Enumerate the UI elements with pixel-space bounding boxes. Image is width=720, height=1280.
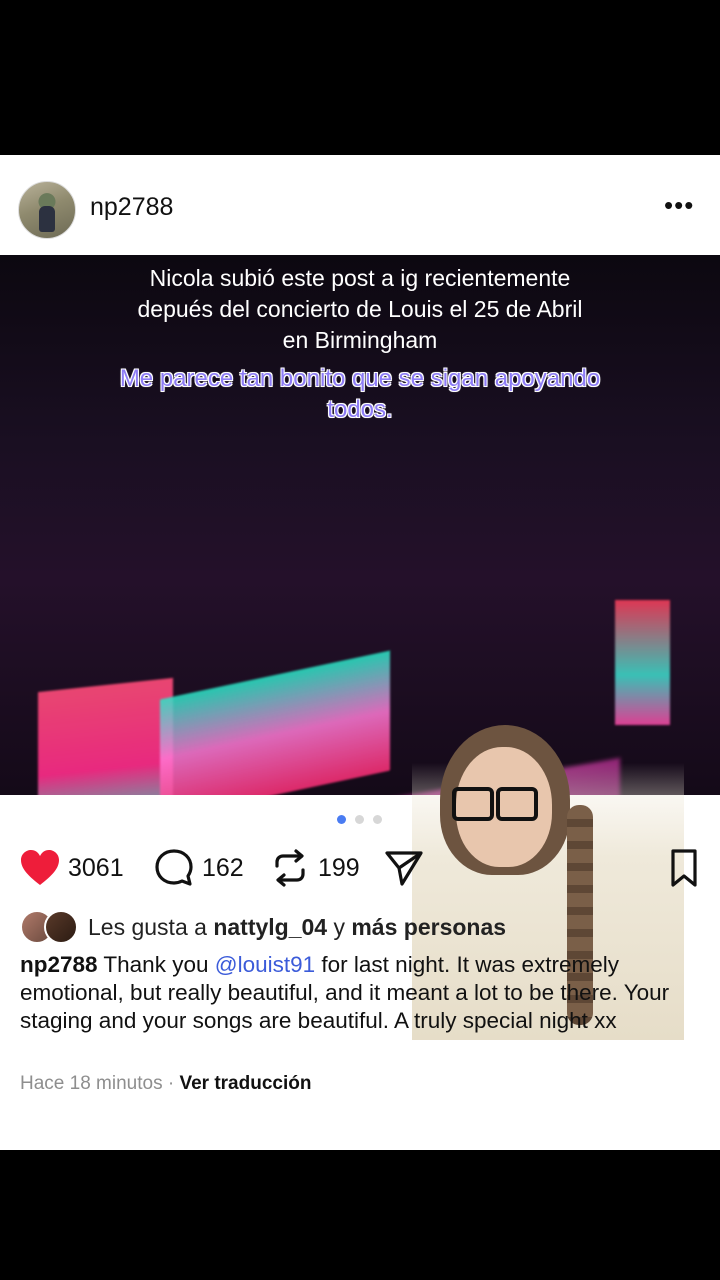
repost-icon[interactable]: [268, 846, 312, 890]
stage-screen-middle: [160, 650, 390, 795]
repost-action[interactable]: 199: [268, 843, 360, 893]
overlay-accent-line-1: Me parece tan bonito que se sigan apoyan…: [119, 365, 601, 392]
post-caption: np2788 Thank you @louist91 for last nigh…: [20, 951, 710, 1035]
profile-avatar[interactable]: [18, 181, 76, 239]
overlay-accent-line-2: todos.: [327, 396, 393, 423]
like-count: 3061: [68, 853, 124, 882]
comment-action[interactable]: 162: [152, 843, 244, 893]
post-image[interactable]: Nicola subió este post a ig recientement…: [0, 255, 720, 795]
creator-glasses-right: [496, 787, 538, 821]
creator-glasses-left: [452, 787, 494, 821]
carousel-dot-3: [373, 815, 382, 824]
bookmark-icon[interactable]: [662, 846, 706, 890]
meta-separator: ·: [167, 1073, 175, 1094]
liked-by-joiner: y: [333, 913, 345, 940]
overlay-accent-caption: Me parece tan bonito que se sigan apoyan…: [0, 363, 720, 425]
save-action[interactable]: [662, 843, 706, 893]
caption-text-pre: Thank you: [103, 952, 209, 977]
post-timestamp: Hace 18 minutos: [20, 1073, 163, 1094]
carousel-indicator: [337, 815, 397, 827]
share-action[interactable]: [382, 843, 426, 893]
liker-avatar: [44, 910, 78, 944]
overlay-line-3: en Birmingham: [282, 327, 438, 353]
post-username[interactable]: np2788: [90, 193, 173, 222]
carousel-dot-2: [355, 815, 364, 824]
liked-by-others[interactable]: más personas: [351, 914, 506, 940]
overlay-line-2: depués del concierto de Louis el 25 de A…: [137, 296, 583, 322]
carousel-dot-1: [337, 815, 346, 824]
caption-author[interactable]: np2788: [20, 952, 98, 977]
overlay-line-1: Nicola subió este post a ig recientement…: [149, 265, 571, 291]
comment-icon[interactable]: [152, 846, 196, 890]
like-action[interactable]: 3061: [18, 843, 124, 893]
repost-count: 199: [318, 853, 360, 882]
stage-screen-left: [38, 677, 173, 795]
liked-by-prefix: Les gusta a: [88, 913, 207, 940]
post-header: np2788 •••: [0, 155, 720, 255]
translate-link[interactable]: Ver traducción: [179, 1073, 311, 1094]
send-icon[interactable]: [382, 846, 426, 890]
overlay-caption: Nicola subió este post a ig recientement…: [0, 263, 720, 356]
liked-by-line[interactable]: Les gusta a nattylg_04 y más personas: [20, 909, 710, 945]
post-card: np2788 ••• Nicola subió este post a ig r…: [0, 155, 720, 1150]
heart-icon[interactable]: [18, 846, 62, 890]
post-meta: Hace 18 minutos · Ver traducción: [20, 1073, 311, 1095]
liked-by-text: Les gusta a nattylg_04 y más personas: [88, 914, 506, 941]
caption-mention[interactable]: @louist91: [215, 952, 315, 977]
action-bar: 3061 162 199: [0, 843, 720, 893]
more-horizontal-icon[interactable]: •••: [664, 192, 694, 218]
liked-by-user[interactable]: nattylg_04: [213, 914, 327, 940]
stage-screen-right: [615, 600, 670, 725]
comment-count: 162: [202, 853, 244, 882]
